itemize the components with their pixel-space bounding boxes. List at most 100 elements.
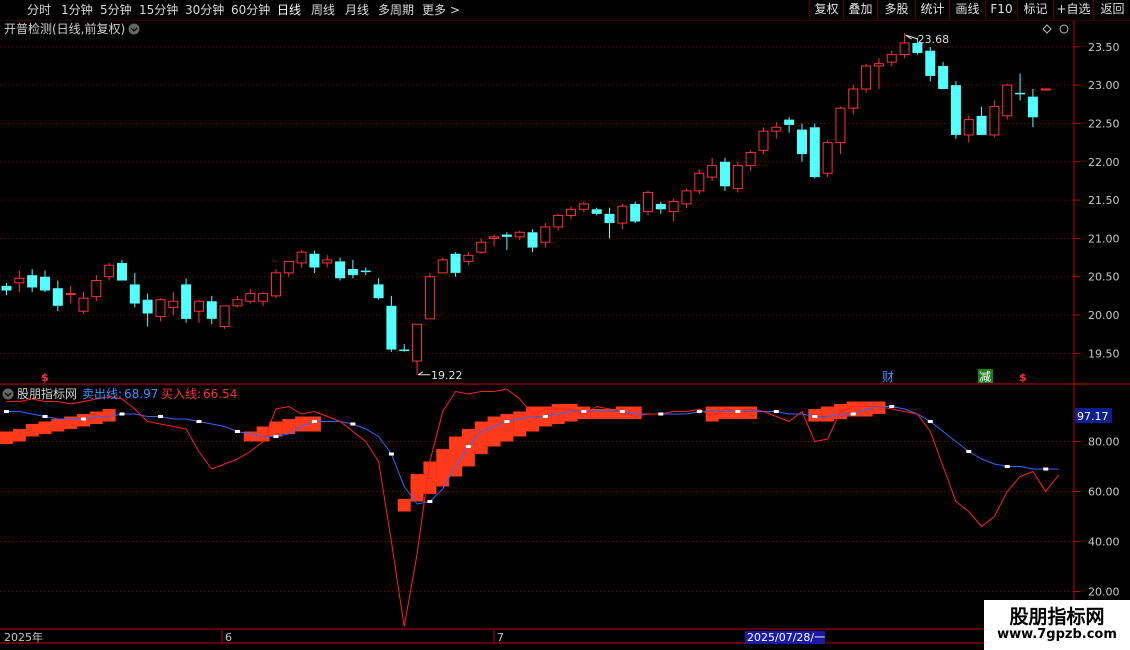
signal-block — [307, 416, 321, 432]
indicator-tick-label: 40.00 — [1088, 536, 1120, 549]
candle-body — [963, 119, 974, 136]
period-tab-weekly[interactable]: 周线 — [311, 2, 335, 18]
signal-block — [744, 406, 758, 419]
reduce-holding-marker[interactable]: 减 — [979, 370, 991, 384]
period-tab-fenshi[interactable]: 分时 — [27, 2, 51, 18]
candle — [91, 275, 102, 302]
candle — [181, 278, 192, 323]
candle — [527, 229, 538, 253]
dividend-marker-2[interactable]: $ — [1019, 371, 1027, 384]
candle-body — [1, 285, 12, 291]
candle-body — [604, 213, 615, 224]
sell-line-value: 68.97 — [124, 387, 158, 401]
candle — [604, 207, 615, 239]
overlay-button[interactable]: 叠加 — [843, 0, 877, 19]
period-tab-multi[interactable]: 多周期 — [378, 2, 414, 18]
candle — [360, 267, 371, 276]
sell-line-marker — [196, 420, 202, 423]
sell-line-marker — [80, 417, 86, 421]
high-price-annotation: 23.68 — [905, 33, 949, 46]
candle-body — [643, 191, 653, 213]
candle-body — [809, 127, 820, 178]
candle — [373, 278, 384, 300]
dividend-marker-1[interactable]: $ — [41, 371, 49, 384]
statistics-button[interactable]: 统计 — [915, 0, 949, 19]
candle-body — [1027, 96, 1038, 118]
candle-body — [424, 276, 435, 320]
candle-body — [27, 275, 38, 288]
diamond-icon[interactable] — [1042, 24, 1052, 34]
period-tab-monthly[interactable]: 月线 — [345, 2, 369, 18]
candle — [219, 305, 230, 329]
signal-block — [397, 499, 411, 512]
candle-body — [822, 142, 833, 174]
period-tab-60min[interactable]: 60分钟 — [231, 2, 270, 18]
more-periods-menu[interactable]: 更多 > — [422, 2, 460, 18]
candle-body — [65, 293, 76, 296]
sell-line-marker — [234, 430, 240, 433]
candle-body — [129, 284, 140, 304]
price-tick-label: 21.00 — [1088, 232, 1120, 245]
sell-line-marker — [889, 405, 895, 408]
candle — [950, 81, 961, 139]
cursor-date-label: 2025/07/28/一 — [747, 631, 825, 644]
mark-button[interactable]: 标记 — [1017, 0, 1053, 19]
signal-block — [269, 421, 283, 437]
back-button[interactable]: 返回 — [1093, 0, 1130, 19]
sell-line-marker — [427, 500, 433, 503]
indicator-menu-icon[interactable] — [2, 388, 14, 400]
time-label-june: 6 — [225, 631, 232, 644]
signal-block — [500, 414, 514, 442]
period-tab-1min[interactable]: 1分钟 — [61, 2, 93, 18]
candle — [938, 62, 949, 89]
period-tab-5min[interactable]: 5分钟 — [100, 2, 132, 18]
signal-block — [25, 424, 39, 437]
candle — [412, 323, 423, 375]
signal-block — [51, 419, 65, 432]
candle — [809, 123, 820, 179]
signal-block — [718, 406, 732, 419]
candle — [335, 257, 346, 281]
candle — [553, 213, 564, 231]
candle — [437, 257, 448, 274]
candle-body — [206, 301, 217, 319]
candle — [655, 201, 666, 214]
period-tab-30min[interactable]: 30分钟 — [185, 2, 224, 18]
candle-body — [861, 65, 872, 90]
finance-marker[interactable]: 财 — [882, 370, 894, 384]
candle-body — [476, 241, 487, 253]
candle — [424, 272, 435, 320]
sell-line-marker — [119, 412, 125, 416]
sell-line-marker — [388, 452, 394, 456]
candle-body — [732, 165, 743, 190]
restore-rights-button[interactable]: 复权 — [809, 0, 843, 19]
price-tick-label: 20.00 — [1088, 309, 1120, 322]
time-label-july: 7 — [497, 631, 504, 644]
chart-area[interactable]: 19.50 20.00 20.50 21.00 21.50 22.00 22.50 23.00… — [0, 20, 1130, 650]
current-value-label: 97.17 — [1077, 410, 1109, 423]
candle-body — [886, 53, 897, 63]
candle — [476, 238, 487, 254]
multi-stock-button[interactable]: 多股 — [877, 0, 915, 19]
period-tab-15min[interactable]: 15分钟 — [139, 2, 178, 18]
add-watchlist-button[interactable]: +自选 — [1053, 0, 1093, 19]
candle — [283, 260, 294, 277]
main-panel-menu-icon[interactable] — [128, 23, 140, 35]
candle — [668, 198, 679, 222]
period-tab-daily[interactable]: 日线 — [277, 2, 301, 18]
candle — [963, 115, 974, 143]
candle — [501, 232, 512, 250]
candle-body — [142, 299, 153, 314]
sell-line-marker — [542, 415, 548, 418]
candle — [784, 117, 795, 133]
candle-body — [78, 297, 89, 312]
draw-line-button[interactable]: 画线 — [949, 0, 985, 19]
sell-line-marker — [311, 420, 317, 423]
candle — [566, 206, 577, 220]
f10-button[interactable]: F10 — [985, 0, 1017, 19]
candle-body — [566, 208, 577, 216]
watermark-url: www.7gpzb.com — [997, 627, 1117, 642]
candle — [347, 259, 358, 279]
circle-icon[interactable] — [1059, 24, 1069, 34]
candle — [886, 50, 897, 66]
